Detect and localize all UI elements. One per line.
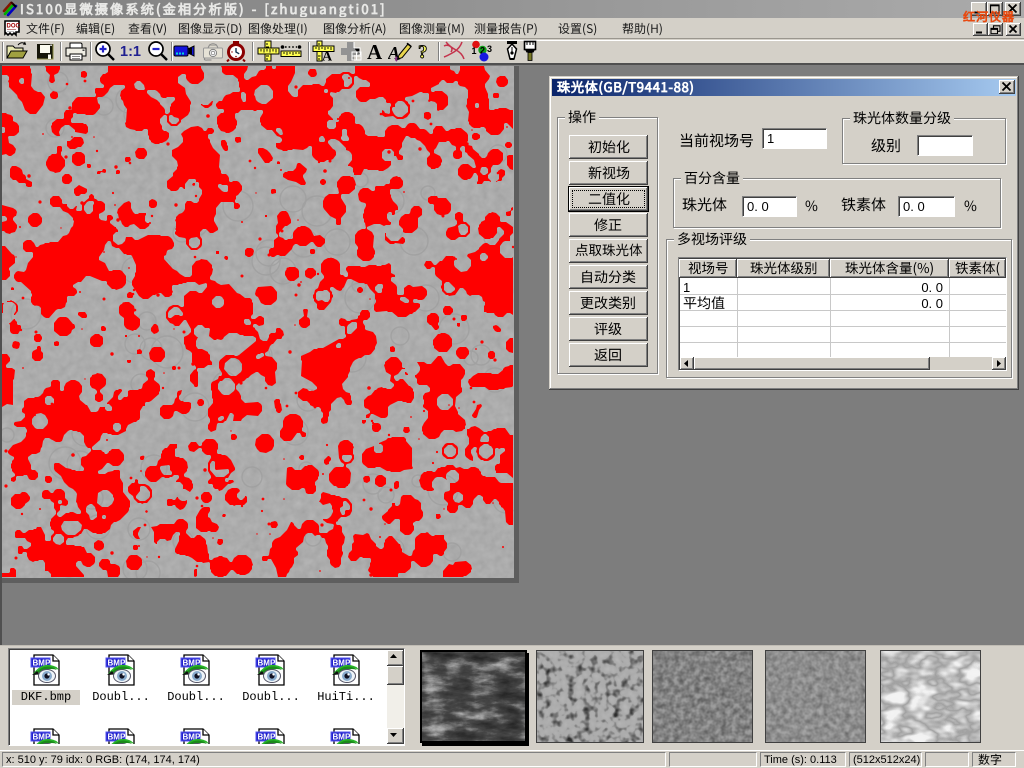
svg-text:3: 3 [487, 44, 492, 54]
svg-text:?: ? [418, 42, 428, 62]
svg-text:1:1: 1:1 [120, 44, 141, 60]
svg-text:1: 1 [472, 46, 477, 56]
svg-text:DOC: DOC [7, 24, 21, 30]
svg-text:A: A [322, 50, 333, 63]
svg-text:A: A [367, 40, 383, 62]
